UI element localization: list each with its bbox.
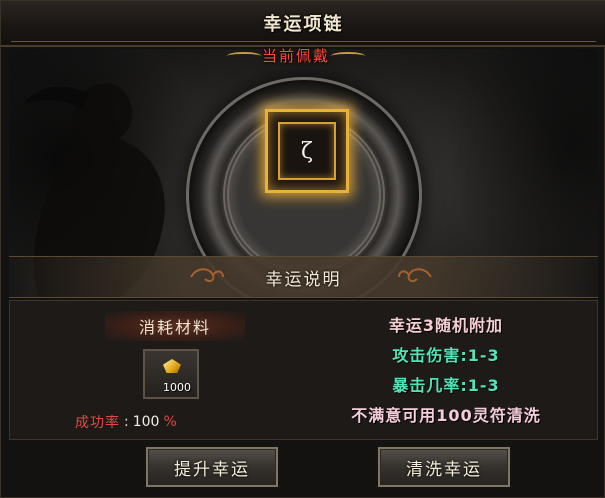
material-item-slot[interactable]: 1000: [143, 349, 199, 399]
ornament-right: [331, 52, 365, 60]
material-count: 1000: [163, 381, 191, 394]
window-title: 幸运项链: [263, 14, 344, 35]
equipped-label: 当前佩戴: [261, 46, 330, 65]
luck-info: 幸运3随机附加 攻击伤害:1-3 暴击几率:1-3 不满意可用100灵符清洗: [301, 311, 591, 431]
success-rate-value: 100: [132, 414, 160, 430]
info-luck-bonus: 幸运3随机附加: [388, 316, 504, 335]
description-band: 幸运说明: [9, 256, 598, 298]
info-crit-rate: 暴击几率:1-3: [392, 376, 500, 395]
success-rate-unit: %: [163, 414, 177, 430]
materials-title: 消耗材料: [138, 318, 211, 337]
wash-luck-button[interactable]: 清洗幸运: [378, 447, 510, 487]
materials-header: 消耗材料: [105, 311, 245, 341]
success-rate-label: 成功率: [75, 415, 120, 431]
necklace-icon: ζ: [301, 138, 313, 164]
upgrade-luck-button[interactable]: 提升幸运: [146, 447, 278, 487]
title-bar: 幸运项链: [1, 1, 605, 47]
info-wash-hint: 不满意可用100灵符清洗: [351, 406, 541, 425]
info-attack-damage: 攻击伤害:1-3: [392, 346, 500, 365]
success-rate: 成功率 : 100 %: [75, 412, 177, 432]
ornament-left: [227, 52, 261, 60]
gold-ingot-icon: [163, 359, 181, 373]
lucky-necklace-window: 幸运项链 当前佩戴 ζ 幸运说明 消耗材料 1000 成功率: 100 % 幸…: [0, 0, 605, 498]
success-rate-colon: :: [124, 414, 129, 430]
description-title: 幸运说明: [265, 269, 342, 290]
swirl-ornament-left-icon: [190, 268, 224, 283]
swirl-ornament-right-icon: [398, 268, 432, 283]
equipped-item-slot[interactable]: ζ: [265, 109, 349, 193]
